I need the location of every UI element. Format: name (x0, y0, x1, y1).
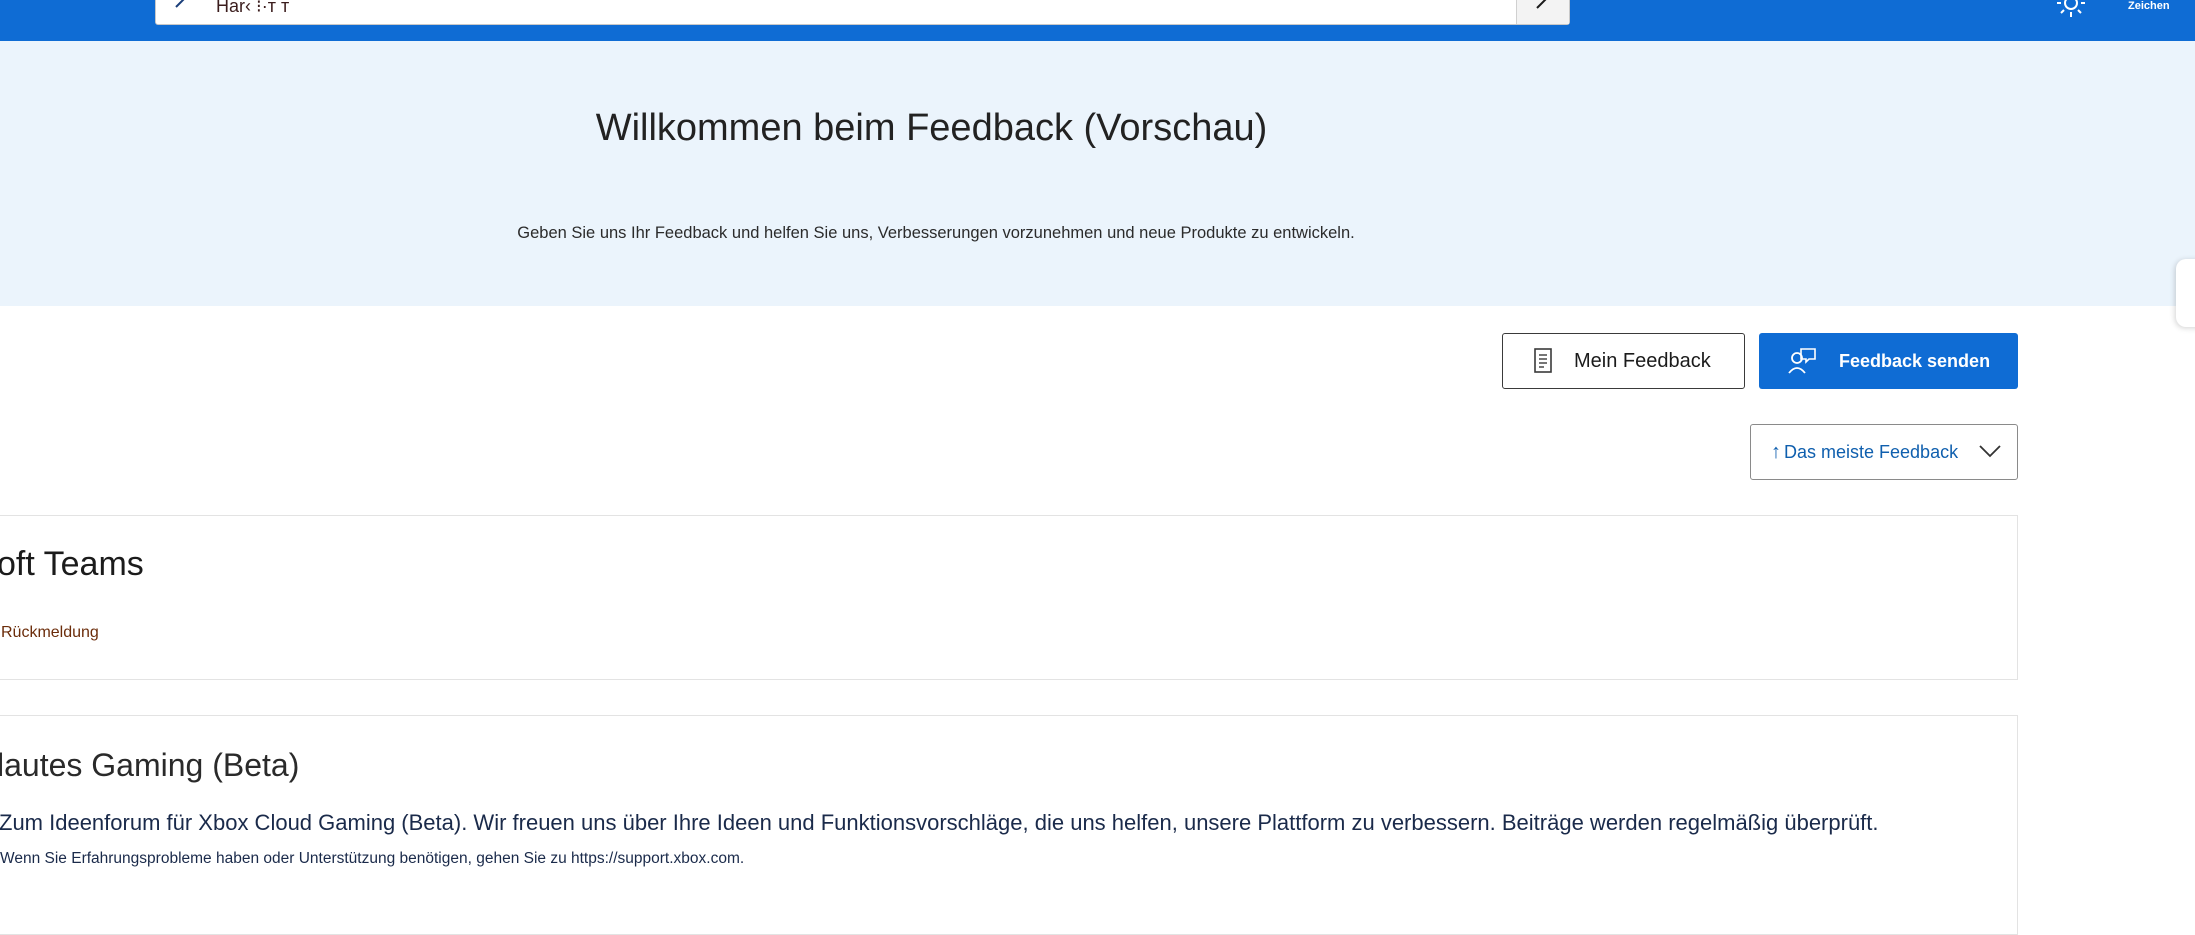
chevron-down-icon (1979, 445, 2001, 458)
send-feedback-label: Feedback senden (1839, 350, 1991, 371)
arrow-icon (1536, 0, 1547, 9)
card-support-note: Wenn Sie Erfahrungsprobleme haben oder U… (0, 850, 745, 867)
search-input[interactable] (216, 0, 1516, 17)
my-feedback-button[interactable]: Mein Feedback (1502, 333, 1745, 389)
brightness-icon[interactable] (2056, 0, 2086, 18)
sort-selected-label: Das meiste Feedback (1784, 441, 1959, 462)
sort-arrow-icon: ↑ (1771, 441, 1781, 463)
card-description: Zum Ideenforum für Xbox Cloud Gaming (Be… (0, 810, 1879, 835)
card-title[interactable]: lautes Gaming (Beta) (0, 747, 299, 784)
forum-card[interactable]: oft Teams Rückmeldung (0, 515, 2018, 680)
sign-in-label[interactable]: Zeichen (2128, 0, 2170, 12)
card-title[interactable]: oft Teams (0, 545, 144, 584)
my-feedback-label: Mein Feedback (1574, 349, 1711, 372)
side-panel-handle[interactable] (2176, 259, 2195, 327)
sort-dropdown[interactable]: ↑ Das meiste Feedback (1750, 424, 2018, 480)
forum-card[interactable]: lautes Gaming (Beta) Zum Ideenforum für … (0, 715, 2018, 935)
hero-banner: Willkommen beim Feedback (Vorschau) Gebe… (0, 41, 2195, 306)
feedback-person-icon (1788, 348, 1816, 374)
page-subtitle: Geben Sie uns Ihr Feedback und helfen Si… (517, 224, 1355, 242)
top-bar: Zeichen (0, 0, 2195, 41)
document-icon (1534, 348, 1552, 373)
search-icon (175, 0, 185, 8)
page-title: Willkommen beim Feedback (Vorschau) (595, 107, 1268, 149)
search-box[interactable] (155, 0, 1570, 25)
card-feedback-count: Rückmeldung (1, 624, 99, 641)
search-submit-button[interactable] (1516, 0, 1569, 24)
send-feedback-button[interactable]: Feedback senden (1759, 333, 2018, 389)
